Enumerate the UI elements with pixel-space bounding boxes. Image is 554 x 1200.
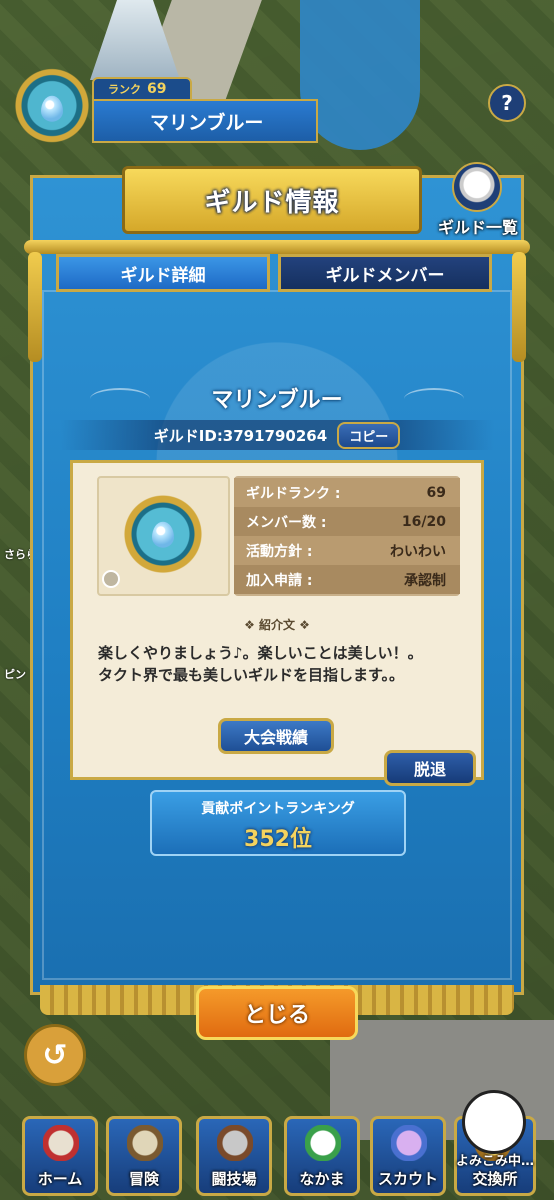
stat-row-policy: 活動方針 : わいわい — [234, 536, 460, 565]
nav-label: ホーム — [37, 1170, 83, 1188]
stat-value: 承認制 — [404, 572, 446, 589]
rank-label: ランク — [108, 83, 141, 96]
guild-id: ギルドID:3791790264 — [153, 426, 328, 445]
rank-plate: ランク 69 — [92, 77, 192, 101]
rank-value: 69 — [147, 81, 167, 97]
intro-text: 楽しくやりましょう♪。楽しいことは美しい！。 タクト界で最も美しいギルドを目指し… — [98, 642, 470, 686]
zoom-icon[interactable] — [102, 570, 120, 588]
player-guild-name: マリンブルー — [92, 99, 318, 143]
intro-line: 楽しくやりましょう♪。楽しいことは美しい！。 — [98, 644, 423, 662]
tab-bar: ギルド詳細 ギルドメンバー — [56, 254, 496, 292]
crystal-icon — [391, 1125, 427, 1161]
tab-guild-members[interactable]: ギルドメンバー — [278, 254, 492, 292]
dialog-title-text: ギルド情報 — [204, 187, 340, 218]
tassel-left — [28, 252, 42, 362]
intro-line: タクト界で最も美しいギルドを目指します。。 — [98, 666, 405, 684]
copy-button[interactable]: コピー — [337, 421, 401, 449]
stat-row-members: メンバー数 : 16/20 — [234, 507, 460, 536]
river — [300, 0, 420, 150]
wagon-icon — [127, 1125, 163, 1161]
tent-icon — [43, 1125, 79, 1161]
nav-label: なかま — [299, 1170, 345, 1188]
nav-label: 冒険 — [128, 1170, 159, 1188]
stat-label: 加入申請 : — [246, 572, 313, 589]
loading-slime-icon — [462, 1090, 526, 1154]
arena-icon — [217, 1125, 253, 1161]
nav-adventure[interactable]: 冒険 — [106, 1116, 182, 1196]
stat-label: メンバー数 : — [246, 514, 327, 531]
stat-value: 69 — [426, 484, 446, 501]
tab-guild-detail[interactable]: ギルド詳細 — [56, 254, 270, 292]
slime-icon — [152, 521, 174, 548]
guild-emblem-icon[interactable] — [118, 488, 208, 584]
banner-rod — [24, 240, 530, 254]
guild-name: マリンブルー — [211, 388, 343, 413]
guild-list-label[interactable]: ギルド一覧 — [430, 214, 526, 238]
stat-value: わいわい — [390, 543, 446, 560]
stat-label: 活動方針 : — [246, 543, 313, 560]
close-button[interactable]: とじる — [196, 986, 358, 1040]
nav-label: 交換所 — [472, 1170, 518, 1188]
map-label: ピン — [4, 668, 26, 681]
monster-icon — [305, 1125, 341, 1161]
nav-party[interactable]: なかま — [284, 1116, 360, 1196]
ranking-value: 352位 — [244, 827, 312, 852]
ranking-label: 貢献ポイントランキング — [201, 801, 355, 817]
intro-heading: ❖ 紹介文 ❖ — [244, 618, 310, 632]
nav-arena[interactable]: 闘技場 — [196, 1116, 272, 1196]
nav-label: スカウト — [377, 1170, 438, 1188]
back-button[interactable]: ↺ — [24, 1024, 86, 1086]
dialog-title: ギルド情報 — [122, 166, 422, 234]
stat-row-rank: ギルドランク : 69 — [234, 478, 460, 507]
back-arrow-icon: ↺ — [42, 1037, 68, 1073]
guild-emblem-icon[interactable] — [12, 66, 92, 154]
loading-label: よみこみ中… — [455, 1154, 534, 1169]
nav-label: 闘技場 — [211, 1170, 257, 1188]
stat-label: ギルドランク : — [246, 485, 341, 502]
leave-guild-button[interactable]: 脱退 — [384, 750, 476, 786]
guild-stats-table: ギルドランク : 69 メンバー数 : 16/20 活動方針 : わいわい 加入… — [234, 476, 460, 596]
nav-home[interactable]: ホーム — [22, 1116, 98, 1196]
tassel-right — [512, 252, 526, 362]
help-button[interactable]: ? — [488, 84, 526, 122]
slime-icon — [41, 95, 63, 122]
magnifier-icon[interactable] — [452, 162, 502, 212]
guild-id-row: ギルドID:3791790264 コピー — [60, 420, 494, 450]
nav-scout[interactable]: スカウト — [370, 1116, 446, 1196]
stat-value: 16/20 — [401, 513, 446, 530]
stat-row-application: 加入申請 : 承認制 — [234, 565, 460, 594]
tournament-record-button[interactable]: 大会戦績 — [218, 718, 334, 754]
